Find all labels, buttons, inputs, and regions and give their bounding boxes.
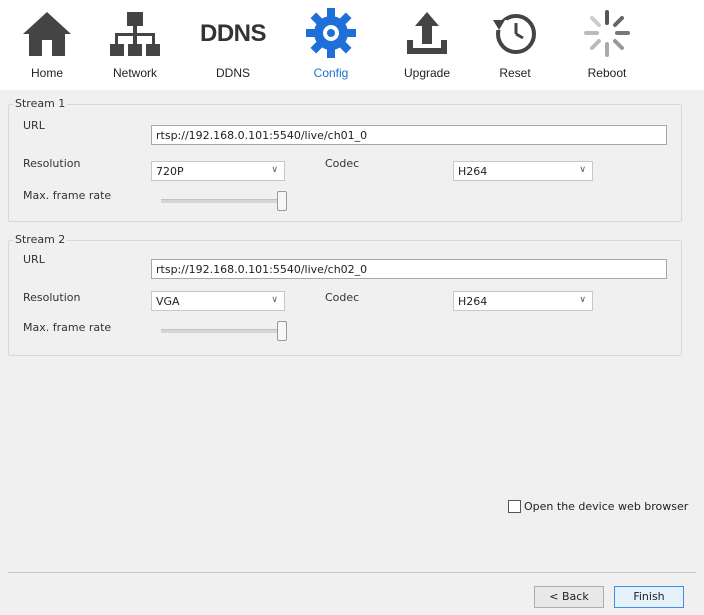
gear-icon [306, 8, 356, 58]
reset-icon [493, 14, 536, 54]
toolbar-reboot-label: Reboot [587, 66, 627, 80]
chevron-down-icon: ∨ [579, 295, 586, 305]
stream2-url-field[interactable]: rtsp://192.168.0.101:5540/live/ch02_0 [151, 259, 667, 279]
chevron-down-icon: ∨ [579, 165, 586, 175]
chevron-down-icon: ∨ [271, 295, 278, 305]
stream2-resolution-label: Resolution [23, 291, 81, 304]
stream1-url-field[interactable]: rtsp://192.168.0.101:5540/live/ch01_0 [151, 125, 667, 145]
stream1-group: Stream 1 URL rtsp://192.168.0.101:5540/l… [8, 97, 682, 222]
toolbar-ddns-label: DDNS [215, 66, 250, 80]
stream2-framerate-track [161, 329, 287, 333]
stream2-url-label: URL [23, 253, 45, 266]
finish-button[interactable]: Finish [614, 586, 684, 608]
stream2-codec-select[interactable]: H264 ∨ [453, 291, 593, 311]
stream1-resolution-value: 720P [156, 165, 184, 178]
open-browser-label: Open the device web browser [524, 500, 689, 513]
stream1-framerate-track [161, 199, 287, 203]
stream2-codec-label: Codec [325, 291, 360, 304]
stream1-codec-value: H264 [458, 165, 488, 178]
stream2-title: Stream 2 [13, 233, 68, 246]
home-icon [23, 12, 71, 56]
toolbar-home-label: Home [30, 66, 63, 80]
stream2-framerate-label: Max. frame rate [23, 321, 112, 334]
stream2-resolution-value: VGA [156, 295, 180, 308]
toolbar-config[interactable]: Config [296, 6, 366, 86]
chevron-down-icon: ∨ [271, 165, 278, 175]
reboot-icon [584, 10, 630, 57]
toolbar-home[interactable]: Home [12, 6, 82, 86]
toolbar-reboot[interactable]: Reboot [572, 6, 642, 86]
stream1-resolution-label: Resolution [23, 157, 81, 170]
toolbar-ddns[interactable]: DDNS DDNS [198, 6, 268, 86]
stream1-title: Stream 1 [13, 97, 68, 110]
toolbar-upgrade[interactable]: Upgrade [392, 6, 462, 86]
stream1-resolution-select[interactable]: 720P ∨ [151, 161, 285, 181]
upgrade-icon [407, 12, 447, 54]
toolbar-reset[interactable]: Reset [480, 6, 550, 86]
toolbar-network-label: Network [112, 66, 157, 80]
stream2-resolution-select[interactable]: VGA ∨ [151, 291, 285, 311]
toolbar-reset-label: Reset [499, 66, 531, 80]
stream2-framerate-slider[interactable] [277, 321, 287, 341]
stream1-framerate-label: Max. frame rate [23, 189, 112, 202]
back-button[interactable]: < Back [534, 586, 604, 608]
toolbar: Home Network DDNS DDNS Config Upgrade Re… [0, 0, 704, 90]
stream1-framerate-slider[interactable] [277, 191, 287, 211]
footer-divider [8, 572, 696, 573]
toolbar-network[interactable]: Network [100, 6, 170, 86]
stream2-codec-value: H264 [458, 295, 488, 308]
stream1-codec-select[interactable]: H264 ∨ [453, 161, 593, 181]
ddns-icon: DDNS [199, 20, 267, 47]
network-icon [110, 12, 160, 56]
toolbar-upgrade-label: Upgrade [403, 66, 451, 80]
stream1-codec-label: Codec [325, 157, 360, 170]
stream1-url-label: URL [23, 119, 45, 132]
stream2-group: Stream 2 URL rtsp://192.168.0.101:5540/l… [8, 233, 682, 356]
toolbar-config-label: Config [313, 66, 349, 80]
open-browser-checkbox[interactable] [508, 500, 521, 513]
